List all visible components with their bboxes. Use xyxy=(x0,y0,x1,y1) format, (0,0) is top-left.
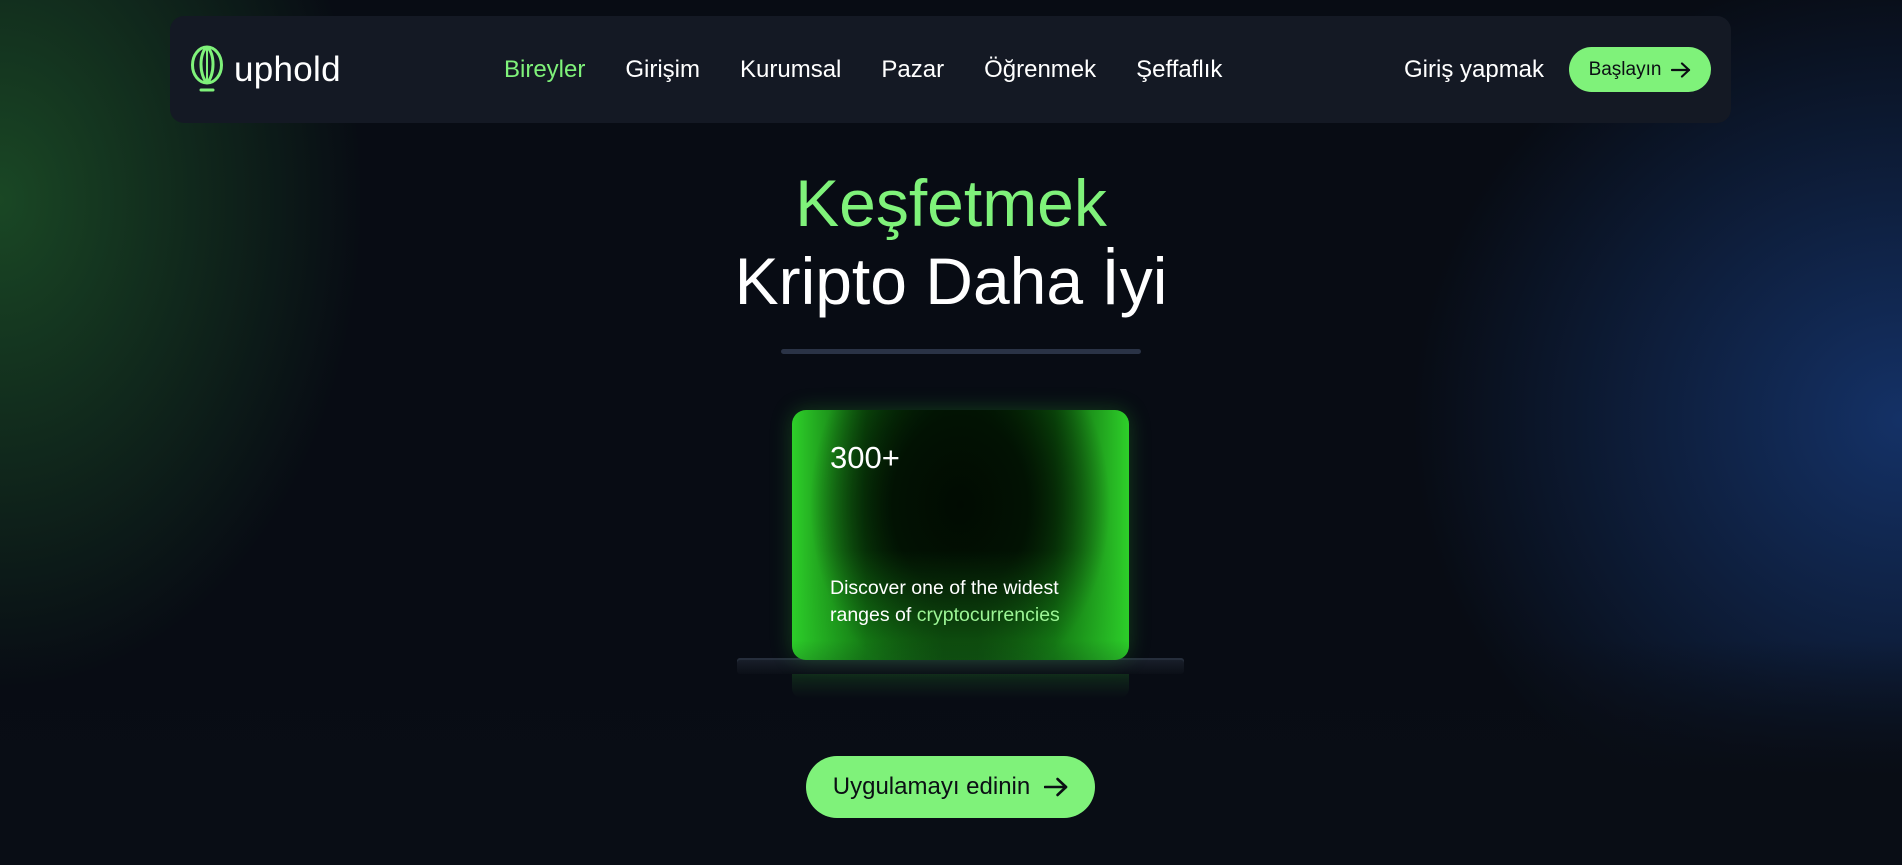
brand-name: uphold xyxy=(234,50,341,89)
nav-item-pazar[interactable]: Pazar xyxy=(881,56,944,84)
card-description: Discover one of the widest ranges of cry… xyxy=(830,575,1110,629)
bottom-fade xyxy=(0,640,1902,865)
uphold-logo-icon xyxy=(190,45,224,95)
main-nav: Bireyler Girişim Kurumsal Pazar Öğrenmek… xyxy=(504,16,1222,123)
signin-link[interactable]: Giriş yapmak xyxy=(1404,16,1544,123)
get-started-button[interactable]: Başlayın xyxy=(1569,47,1711,92)
nav-item-ogrenmek[interactable]: Öğrenmek xyxy=(984,56,1096,84)
crypto-count-card: 300+ Discover one of the widest ranges o… xyxy=(792,410,1129,660)
crypto-count: 300+ xyxy=(830,440,900,475)
nav-item-bireyler[interactable]: Bireyler xyxy=(504,56,585,84)
get-app-label: Uygulamayı edinin xyxy=(832,773,1031,800)
hero-title-accent: Keşfetmek xyxy=(795,166,1107,240)
hero-title: Kripto Daha İyi xyxy=(734,244,1168,318)
arrow-right-icon xyxy=(1044,777,1068,797)
nav-item-girisim[interactable]: Girişim xyxy=(625,56,700,84)
nav-item-kurumsal[interactable]: Kurumsal xyxy=(740,56,841,84)
nav-item-seffaflik[interactable]: Şeffaflık xyxy=(1136,56,1222,84)
get-started-label: Başlayın xyxy=(1588,58,1662,80)
top-navbar: uphold Bireyler Girişim Kurumsal Pazar Ö… xyxy=(170,16,1731,123)
get-app-button[interactable]: Uygulamayı edinin xyxy=(806,756,1095,818)
page: uphold Bireyler Girişim Kurumsal Pazar Ö… xyxy=(0,0,1902,865)
hero-divider xyxy=(781,349,1141,354)
brand-logo[interactable]: uphold xyxy=(190,44,341,96)
card-description-highlight: cryptocurrencies xyxy=(916,604,1060,626)
arrow-right-icon xyxy=(1671,61,1691,78)
